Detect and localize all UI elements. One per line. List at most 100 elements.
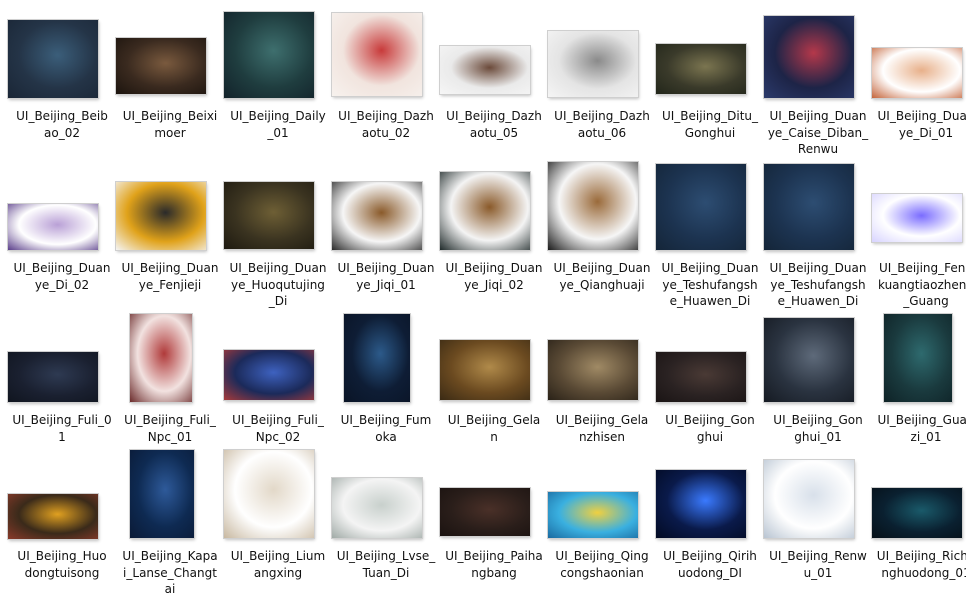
file-name-line: oka bbox=[375, 429, 397, 444]
file-name-line: UI_Beijing_Duan bbox=[769, 261, 867, 275]
file-name-line: UI_Beijing_Duan bbox=[229, 261, 327, 275]
file-name-line: Renwu bbox=[797, 142, 839, 156]
file-name-label: UI_Beijing_Duan ye_Jiqi_02 bbox=[438, 260, 550, 293]
file-name-line: UI_Beijing_Qing bbox=[555, 549, 649, 563]
file-name-line: 1 bbox=[58, 429, 66, 444]
file-name-line: UI_Beijing_Fuli_ bbox=[124, 413, 216, 427]
image-thumbnail-icon bbox=[116, 38, 206, 94]
thumbnail-frame bbox=[116, 8, 224, 104]
image-thumbnail-icon bbox=[656, 44, 746, 94]
file-name-line: UI_Beijing_Duan bbox=[877, 109, 966, 123]
file-name-line: UI_Beijing_Gon bbox=[665, 413, 755, 427]
file-name-label: UI_Beijing_Duan ye_Huoqutujing _Di bbox=[222, 260, 334, 310]
file-name-line: zi_01 bbox=[910, 429, 942, 444]
file-name-label: UI_Beijing_Richa nghuodong_01 bbox=[870, 548, 966, 581]
file-name-line: UI_Beijing_Feng bbox=[878, 261, 966, 275]
file-explorer-icon-view: { "files": [ {"name": "UI_Beijing_Beibao… bbox=[0, 0, 966, 596]
file-name-label: UI_Beijing_Qing congshaonian bbox=[546, 548, 658, 581]
thumbnail-frame bbox=[8, 312, 116, 408]
file-name-line: UI_Beijing_Duan bbox=[553, 261, 651, 275]
image-thumbnail-icon bbox=[8, 352, 98, 402]
file-name-label: UI_Beijing_Gon ghui_01 bbox=[762, 412, 874, 445]
image-thumbnail-icon bbox=[224, 350, 314, 400]
file-name-label: UI_Beijing_Fuli_0 1 bbox=[6, 412, 118, 445]
file-name-label: UI_Beijing_Fuli_ Npc_01 bbox=[114, 412, 226, 445]
file-name-line: nghuodong_01 bbox=[881, 565, 966, 580]
thumbnail-frame bbox=[224, 8, 332, 104]
file-name-line: ye_Teshufangsh bbox=[662, 277, 758, 292]
file-name-label: UI_Beijing_Duan ye_Teshufangsh e_Huawen_Di bbox=[654, 260, 766, 310]
image-thumbnail-icon bbox=[656, 352, 746, 402]
file-name-label: UI_Beijing_Gela nzhisen bbox=[546, 412, 658, 445]
file-name-label: UI_Beijing_Fumoka bbox=[330, 412, 442, 445]
file-name-line: UI_Beijing_Fum bbox=[340, 413, 432, 427]
thumbnail-frame bbox=[8, 448, 116, 544]
thumbnail-frame bbox=[332, 448, 440, 544]
image-thumbnail-icon bbox=[440, 340, 530, 400]
file-name-line: e_Huawen_Di bbox=[669, 294, 751, 308]
file-name-label: UI_Beijing_Huo dongtuisong bbox=[6, 548, 118, 581]
file-name-label: UI_Beijing_Daily _01 bbox=[222, 108, 334, 141]
image-thumbnail-icon bbox=[440, 46, 530, 94]
file-name-line: ngbang bbox=[471, 565, 517, 580]
file-name-line: UI_Beijing_Dazh bbox=[338, 109, 434, 123]
file-name-label: UI_Beijing_Gela n bbox=[438, 412, 550, 445]
file-name-line: aotu_02 bbox=[361, 125, 411, 140]
file-name-line: UI_Beijing_Duan bbox=[769, 109, 867, 123]
file-name-label: UI_Beijing_Feng kuangtiaozheng _Guang bbox=[870, 260, 966, 310]
thumbnail-frame bbox=[872, 160, 966, 256]
file-name-line: UI_Beijing_Gela bbox=[447, 413, 541, 427]
image-thumbnail-icon bbox=[116, 182, 206, 250]
file-name-label: UI_Beijing_Dazh aotu_02 bbox=[330, 108, 442, 141]
file-name-line: dongtuisong bbox=[24, 565, 100, 580]
file-name-line: ye_Di_02 bbox=[34, 277, 90, 292]
image-thumbnail-icon bbox=[764, 460, 854, 538]
thumbnail-frame bbox=[8, 8, 116, 104]
file-name-line: angxing bbox=[253, 565, 303, 580]
file-name-line: UI_Beijing_Duan bbox=[121, 261, 219, 275]
file-name-label: UI_Beijing_Duan ye_Fenjieji bbox=[114, 260, 226, 293]
file-name-label: UI_Beijing_Beixi moer bbox=[114, 108, 226, 141]
file-name-line: _Di bbox=[268, 294, 288, 308]
file-name-line: ye_Fenjieji bbox=[138, 277, 202, 292]
image-thumbnail-icon bbox=[130, 450, 194, 538]
thumbnail-frame bbox=[872, 448, 966, 544]
thumbnail-frame bbox=[332, 8, 440, 104]
image-thumbnail-icon bbox=[548, 340, 638, 400]
thumbnail-frame bbox=[8, 160, 116, 256]
file-name-line: UI_Beijing_Gon bbox=[773, 413, 863, 427]
thumbnail-frame bbox=[440, 160, 548, 256]
image-thumbnail-icon bbox=[548, 492, 638, 538]
file-name-label: UI_Beijing_Guan zi_01 bbox=[870, 412, 966, 445]
thumbnail-frame bbox=[224, 160, 332, 256]
image-thumbnail-icon bbox=[224, 12, 314, 98]
file-name-line: UI_Beijing_Huo bbox=[17, 549, 107, 563]
file-name-line: UI_Beijing_Duan bbox=[13, 261, 111, 275]
file-name-label: UI_Beijing_Duan ye_Caise_Diban_ Renwu bbox=[762, 108, 874, 158]
file-name-line: UI_Beijing_Guan bbox=[877, 413, 966, 427]
file-name-line: uodong_DI bbox=[678, 565, 742, 580]
file-name-label: UI_Beijing_Fuli_ Npc_02 bbox=[222, 412, 334, 445]
file-name-line: ye_Jiqi_01 bbox=[356, 277, 416, 292]
file-name-label: UI_Beijing_Dazh aotu_06 bbox=[546, 108, 658, 141]
file-name-line: UI_Beijing_Duan bbox=[445, 261, 543, 275]
file-name-line: UI_Beijing_Ditu_ bbox=[661, 109, 759, 123]
file-name-line: UI_Beijing_Kapa bbox=[122, 549, 218, 563]
image-thumbnail-icon bbox=[332, 13, 422, 96]
file-name-line: ye_Jiqi_02 bbox=[464, 277, 524, 292]
file-name-line: UI_Beijing_Fuli_ bbox=[232, 413, 324, 427]
file-name-line: UI_Beijing_Lium bbox=[230, 549, 326, 563]
file-name-line: Npc_02 bbox=[255, 429, 301, 444]
thumbnail-frame bbox=[872, 312, 966, 408]
thumbnail-frame bbox=[764, 160, 872, 256]
file-name-label: UI_Beijing_Dazh aotu_05 bbox=[438, 108, 550, 141]
file-name-line: ghui_01 bbox=[794, 429, 842, 444]
file-name-line: ao_02 bbox=[44, 125, 80, 140]
file-name-line: ai bbox=[164, 582, 176, 596]
image-thumbnail-icon bbox=[656, 164, 746, 250]
file-name-label: UI_Beijing_Ditu_ Gonghui bbox=[654, 108, 766, 141]
image-thumbnail-icon bbox=[130, 314, 192, 402]
file-name-line: UI_Beijing_Gela bbox=[555, 413, 649, 427]
image-thumbnail-icon bbox=[332, 478, 422, 538]
file-name-line: UI_Beijing_Daily bbox=[230, 109, 326, 123]
